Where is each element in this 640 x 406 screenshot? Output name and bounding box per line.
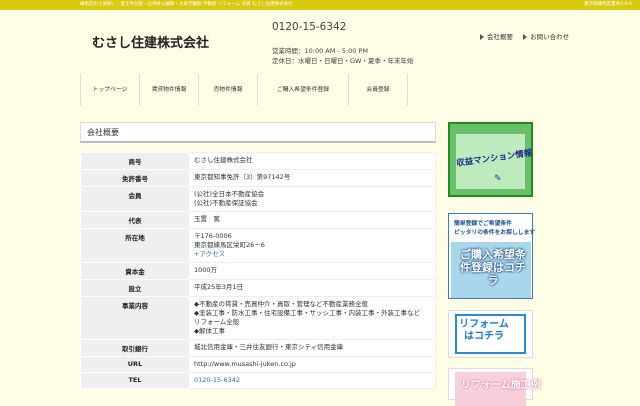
row-label: 所在地 <box>80 228 190 263</box>
site-logo[interactable]: むさし住建株式会社 <box>92 32 209 51</box>
row-value: 平成25年3月1日 <box>189 279 436 297</box>
row-value: 城北信用金庫・三井住友銀行・東京シティ信用金庫 <box>189 339 436 357</box>
row-label: 商号 <box>80 152 190 170</box>
row-value: 1000万 <box>189 262 436 280</box>
row-value: 玉置 篤 <box>189 211 436 229</box>
table-row: 代表 玉置 篤 <box>80 211 436 229</box>
company-info-table: 商号 むさし住建株式会社 免許番号 東京都知事免許（3）第97142号 会員 (公社)… <box>80 152 436 389</box>
pen-icon: ✎ <box>494 174 502 184</box>
reform-examples-banner[interactable]: リフォーム施工例 <box>448 368 541 406</box>
nav-purchase-register[interactable]: ご購入希望条件登録 <box>258 74 349 106</box>
table-row: 資本金 1000万 <box>80 262 436 280</box>
table-row: TEL 0120-15-6342 <box>80 372 436 389</box>
section-header: 会社概要 <box>80 122 436 143</box>
row-value: http://www.musashi-juken.co.jp <box>189 356 436 373</box>
arrow-icon <box>480 34 484 40</box>
row-label: 資本金 <box>80 262 190 280</box>
holiday-line: 定休日：水曜日・日曜日・GW・夏季・年末年始 <box>272 57 414 65</box>
top-bar: 練馬区の土地探し・富士見台駅・石神井公園駅・大泉学園駅 不動産 リフォーム 売買… <box>0 0 640 10</box>
tagline: 練馬区の土地探し・富士見台駅・石神井公園駅・大泉学園駅 不動産 リフォーム 売買… <box>80 2 293 7</box>
row-label: 取引銀行 <box>80 339 190 357</box>
main-nav: トップページ 賃貸物件情報 売物件情報 ご購入希望条件登録 会員登録 <box>80 74 435 106</box>
contact-link[interactable]: お問い合わせ <box>523 33 569 41</box>
row-value: (公社)全日本不動産協会 (公社)不動産保証協会 <box>189 186 436 212</box>
table-row: 事業内容 ◆不動産の賃貸・売買仲介・貢取・管理など不動産業務全般 ◆塗装工事・防水工… <box>80 296 436 340</box>
section-title: 会社概要 <box>87 128 119 137</box>
table-row: 会員 (公社)全日本不動産協会 (公社)不動産保証協会 <box>80 186 436 212</box>
nav-rental[interactable]: 賃貸物件情報 <box>140 74 199 106</box>
company-link[interactable]: 会社概要 <box>480 33 513 41</box>
arrow-icon <box>523 34 528 40</box>
reform-banner[interactable]: リフォームはコチラ <box>448 310 533 358</box>
purchase-conditions-banner[interactable]: 簡単登録でご希望条件 ピッタリの条件をお探しします ご購入希望条件登録はコチラ <box>448 213 535 299</box>
table-row: 設立 平成25年3月1日 <box>80 279 436 297</box>
row-label: 事業内容 <box>80 296 190 340</box>
row-value: むさし住建株式会社 <box>189 152 436 170</box>
tel-link[interactable]: 0120-15-6342 <box>194 376 240 384</box>
row-value: 東京都知事免許（3）第97142号 <box>189 169 436 187</box>
access-link[interactable]: +アクセス <box>194 250 225 258</box>
table-row: 取引銀行 城北信用金庫・三井住友銀行・東京シティ信用金庫 <box>80 339 436 357</box>
row-label: TEL <box>80 372 190 389</box>
row-label: 代表 <box>80 211 190 229</box>
table-row: URL http://www.musashi-juken.co.jp <box>80 356 436 373</box>
row-label: 会員 <box>80 186 190 212</box>
hours-line: 営業時間：10:00 AM - 5:00 PM <box>272 47 369 55</box>
row-label: URL <box>80 356 190 373</box>
header-tel[interactable]: 0120-15-6342 <box>272 21 346 33</box>
row-label: 免許番号 <box>80 169 190 187</box>
nav-member-register[interactable]: 会員登録 <box>349 74 408 106</box>
header-links: 会社概要 お問い合わせ <box>480 31 577 41</box>
row-value: 〒176-0006 東京都練馬区栄町26－6 +アクセス <box>189 228 436 263</box>
table-row: 商号 むさし住建株式会社 <box>80 152 436 170</box>
nav-sale[interactable]: 売物件情報 <box>199 74 258 106</box>
row-value: ◆不動産の賃貸・売買仲介・貢取・管理など不動産業務全般 ◆塗装工事・防水工事・住宅… <box>189 296 436 340</box>
investment-banner[interactable]: 収益マンション情報 ✎ <box>448 122 533 197</box>
row-label: 設立 <box>80 279 190 297</box>
table-row: 所在地 〒176-0006 東京都練馬区栄町26－6 +アクセス <box>80 228 436 263</box>
nav-top[interactable]: トップページ <box>81 74 140 106</box>
topbar-address: 東京都練馬区貫井2-6-6 <box>584 2 632 7</box>
table-row: 免許番号 東京都知事免許（3）第97142号 <box>80 169 436 187</box>
business-hours: 営業時間：10:00 AM - 5:00 PM 定休日：水曜日・日曜日・GW・夏… <box>272 46 413 66</box>
row-value: 0120-15-6342 <box>189 372 436 389</box>
